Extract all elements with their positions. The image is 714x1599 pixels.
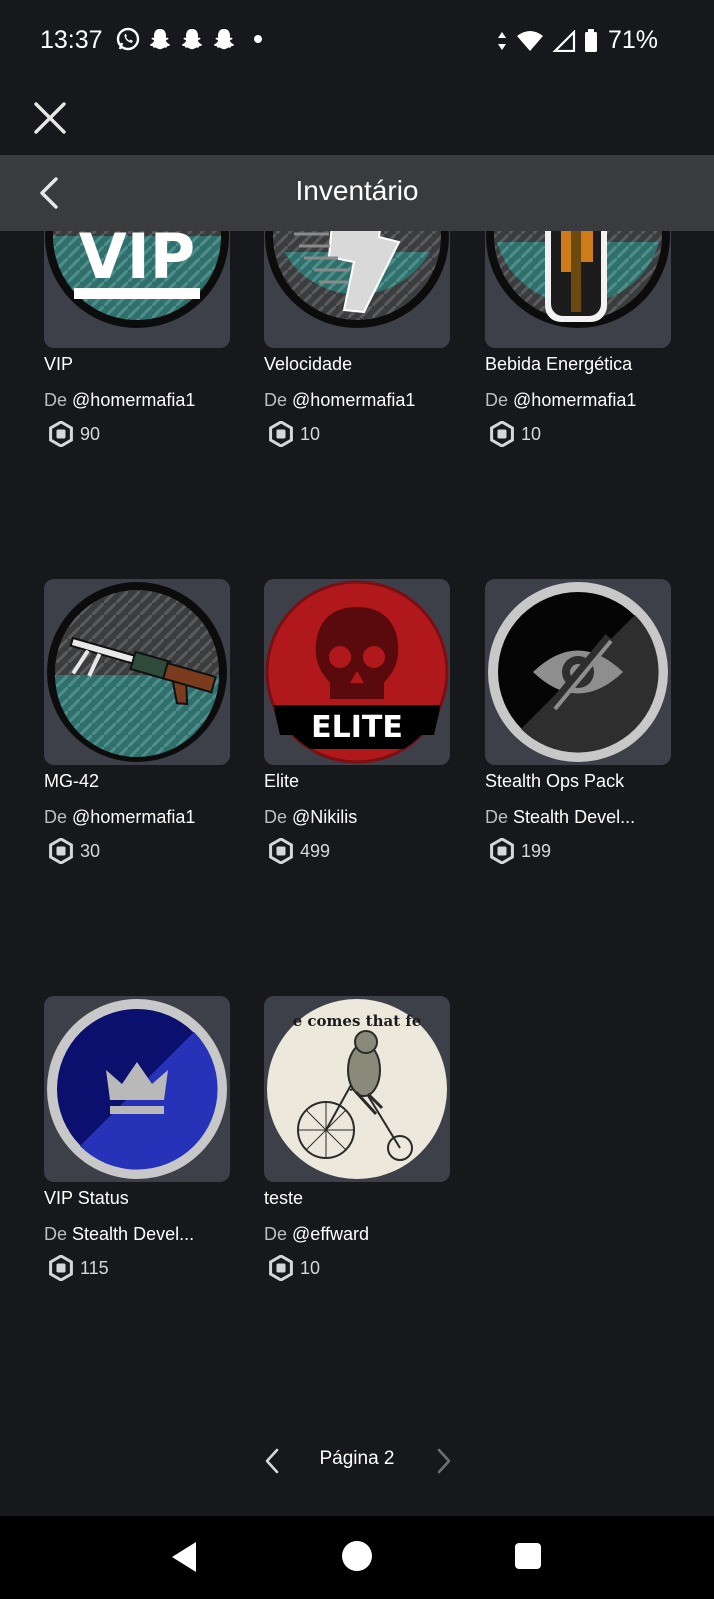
item-creator[interactable]: De @homermafia1 [485, 390, 671, 411]
item-creator[interactable]: De Stealth Devel... [485, 807, 671, 828]
item-thumbnail [44, 996, 230, 1182]
item-price: 115 [48, 1255, 230, 1281]
vip-crown-badge-image [47, 999, 227, 1179]
inventory-item[interactable]: VIP Status De Stealth Devel... 115 [44, 996, 230, 1281]
item-thumbnail: e comes that fe [264, 996, 450, 1182]
navigation-bar [0, 1516, 714, 1599]
nav-home-button[interactable] [342, 1541, 372, 1571]
nav-back-button[interactable] [170, 1540, 200, 1574]
robux-icon [49, 1255, 73, 1281]
item-name: VIP Status [44, 1188, 129, 1208]
robux-icon [49, 838, 73, 864]
nav-recents-button[interactable] [515, 1543, 541, 1569]
elite-skull-badge-image: ELITE [265, 580, 449, 764]
item-name: teste [264, 1188, 304, 1208]
page-title: Inventário [295, 175, 419, 206]
item-name: MG-42 [44, 771, 100, 791]
item-name: Stealth Ops Pack [485, 771, 625, 791]
item-creator[interactable]: De @effward [264, 1224, 450, 1245]
next-page-button[interactable] [432, 1446, 456, 1476]
item-thumbnail: ELITE [264, 579, 450, 765]
item-creator[interactable]: De @homermafia1 [44, 807, 230, 828]
item-name: Velocidade [264, 354, 353, 374]
svg-text:ELITE: ELITE [311, 710, 403, 745]
item-name: Bebida Energética [485, 354, 633, 374]
inventory-item[interactable]: ELITE Elite De @Nikilis 499 [264, 579, 450, 864]
item-price: 10 [268, 1255, 450, 1281]
robux-icon [269, 421, 293, 447]
machine-gun-badge-image [47, 582, 227, 762]
robux-icon [269, 838, 293, 864]
stealth-eye-badge-image [488, 582, 668, 762]
item-price: 10 [489, 421, 671, 447]
robux-icon [269, 1255, 293, 1281]
frog-bicycle-image: e comes that fe [267, 999, 447, 1179]
item-creator[interactable]: De Stealth Devel... [44, 1224, 230, 1245]
item-price: 199 [489, 838, 671, 864]
svg-text:e comes that fe: e comes that fe [293, 1012, 422, 1030]
item-price: 30 [48, 838, 230, 864]
item-creator[interactable]: De @Nikilis [264, 807, 450, 828]
item-name: VIP [44, 354, 74, 374]
inventory-item[interactable]: e comes that fe teste De @effward 10 [264, 996, 450, 1281]
item-creator[interactable]: De @homermafia1 [44, 390, 230, 411]
chevron-right-icon [437, 1448, 451, 1474]
item-name: Elite [264, 771, 300, 791]
pagination: Página 2 [0, 1440, 714, 1480]
page-indicator: Página 2 [319, 1448, 395, 1469]
inventory-item[interactable]: MG-42 De @homermafia1 30 [44, 579, 230, 864]
item-creator[interactable]: De @homermafia1 [264, 390, 450, 411]
item-thumbnail [485, 579, 671, 765]
triangle-back-icon [172, 1542, 196, 1572]
robux-icon [490, 838, 514, 864]
header-bar: Inventário [0, 155, 714, 231]
item-price: 90 [48, 421, 230, 447]
item-price: 10 [268, 421, 450, 447]
robux-icon [49, 421, 73, 447]
robux-icon [490, 421, 514, 447]
inventory-item[interactable]: Stealth Ops Pack De Stealth Devel... 199 [485, 579, 671, 864]
item-thumbnail [44, 579, 230, 765]
item-price: 499 [268, 838, 450, 864]
